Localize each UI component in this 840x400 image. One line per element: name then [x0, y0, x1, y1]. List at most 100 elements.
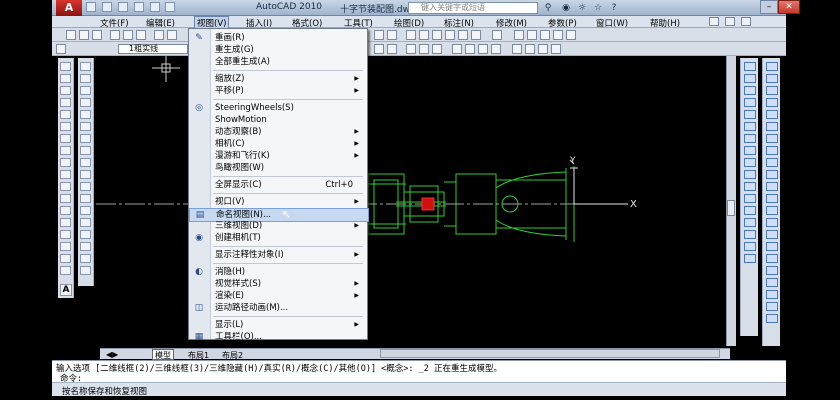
undo-icon[interactable]	[133, 2, 144, 12]
snap-nearest-icon[interactable]	[744, 230, 756, 239]
lineweight-icon[interactable]	[419, 44, 429, 54]
view-menu-item[interactable]: 三维视图(D) ▶	[189, 220, 367, 232]
ucs-world-icon[interactable]	[766, 74, 778, 83]
trim-icon[interactable]	[80, 170, 91, 179]
snap-midpoint-icon[interactable]	[744, 98, 756, 107]
view-menu-item[interactable]: 全部重生成(A)	[189, 56, 367, 68]
command-line[interactable]: 输入选项 [二维线框(2)/三维线框(3)/三维隐藏(H)/真实(R)/概念(C…	[52, 360, 786, 384]
snap-parallel-icon[interactable]	[744, 194, 756, 203]
new-file-icon[interactable]	[86, 2, 96, 12]
snap-node-icon[interactable]	[744, 218, 756, 227]
design-center-icon[interactable]	[419, 30, 429, 40]
break-icon[interactable]	[80, 194, 91, 203]
fillet-icon[interactable]	[80, 230, 91, 239]
subscription-icon[interactable]: ◉	[560, 2, 572, 14]
favorites-star-icon[interactable]: ☆	[592, 2, 604, 14]
conceptual-icon[interactable]	[551, 44, 561, 54]
polygon-icon[interactable]	[60, 98, 71, 107]
ucs-z-icon[interactable]	[766, 194, 778, 203]
horizontal-scrollbar[interactable]	[380, 349, 720, 358]
snap-extension-icon[interactable]	[744, 134, 756, 143]
free-orbit-icon[interactable]	[766, 254, 778, 263]
view-menu-item[interactable]: 漫游和飞行(K) ▶	[189, 150, 367, 162]
view-top-icon[interactable]	[465, 44, 475, 54]
doc-minimize-icon[interactable]	[709, 17, 719, 26]
snap-apparent-icon[interactable]	[744, 122, 756, 131]
communication-icon[interactable]: ☼	[576, 2, 588, 14]
pan-realtime-icon[interactable]	[766, 314, 778, 323]
plot-icon[interactable]	[165, 2, 176, 12]
view-menu-item[interactable]: ◎ SteeringWheels(S)	[189, 102, 367, 114]
window-close-button[interactable]: ✕	[778, 0, 800, 14]
ucs-zaxis-icon[interactable]	[766, 146, 778, 155]
view-menu-item[interactable]: 鸟瞰视图(W)	[189, 162, 367, 174]
view-menu-item[interactable]: 渲染(E) ▶	[189, 290, 367, 302]
scale-icon[interactable]	[80, 146, 91, 155]
align-icon[interactable]	[80, 266, 91, 275]
arc-icon[interactable]	[60, 122, 71, 131]
ucs-icon[interactable]	[766, 62, 778, 71]
circle-icon[interactable]	[60, 134, 71, 143]
point-icon[interactable]	[60, 218, 71, 227]
binoculars-search-icon[interactable]: ⚲	[542, 2, 554, 14]
help-icon[interactable]	[492, 30, 502, 40]
help-search-input[interactable]: 键入关键字或短语	[408, 2, 538, 14]
fly-icon[interactable]	[766, 302, 778, 311]
ucs-previous-icon[interactable]	[766, 86, 778, 95]
view-menu-item[interactable]: 显示(L) ▶	[189, 319, 367, 331]
snap-intersection-icon[interactable]	[744, 110, 756, 119]
line-icon[interactable]	[60, 62, 71, 71]
view-menu-item[interactable]: ▦ 工具栏(O)...	[189, 331, 367, 343]
view-front-icon[interactable]	[452, 44, 462, 54]
ucs-y-icon[interactable]	[766, 182, 778, 191]
ucs-manager-icon[interactable]	[766, 230, 778, 239]
offset-icon[interactable]	[80, 98, 91, 107]
zoom-window-icon[interactable]	[374, 30, 384, 40]
ucs-object-icon[interactable]	[766, 110, 778, 119]
ucs-apply-icon[interactable]	[766, 206, 778, 215]
tool-palettes-icon[interactable]	[432, 30, 442, 40]
make-block-icon[interactable]	[60, 206, 71, 215]
layer-dropdown[interactable]: 1粗实线	[118, 44, 188, 54]
view-left-icon[interactable]	[478, 44, 488, 54]
orbit-icon[interactable]	[766, 242, 778, 251]
view-menu-item[interactable]: ShowMotion	[189, 114, 367, 126]
snap-quadrant-icon[interactable]	[744, 158, 756, 167]
snap-from-icon[interactable]	[744, 74, 756, 83]
view-menu-item[interactable]: 视觉样式(S) ▶	[189, 278, 367, 290]
new-icon[interactable]	[66, 30, 76, 40]
rectangle-icon[interactable]	[60, 110, 71, 119]
preview-icon[interactable]	[123, 30, 133, 40]
open-file-icon[interactable]	[101, 2, 112, 12]
dim-style-icon[interactable]	[566, 30, 576, 40]
view-menu-item[interactable]: 平移(P) ▶	[189, 85, 367, 97]
construction-line-icon[interactable]	[60, 74, 71, 83]
dim-angular-icon[interactable]	[553, 30, 563, 40]
cut-icon[interactable]	[154, 30, 164, 40]
revcloud-icon[interactable]	[60, 146, 71, 155]
snap-perpendicular-icon[interactable]	[744, 182, 756, 191]
named-ucs-icon[interactable]	[766, 218, 778, 227]
ucs-3point-icon[interactable]	[766, 158, 778, 167]
layer-manager-icon[interactable]	[56, 44, 66, 54]
walk-icon[interactable]	[766, 290, 778, 299]
array-icon[interactable]	[80, 110, 91, 119]
window-minimize-button[interactable]: –	[760, 0, 778, 14]
copy-object-icon[interactable]	[80, 74, 91, 83]
view-menu-item[interactable]: 动态观察(B) ▶	[189, 126, 367, 138]
markup-icon[interactable]	[458, 30, 468, 40]
edit-polyline-icon[interactable]	[80, 254, 91, 263]
view-menu-item[interactable]: 重生成(G)	[189, 44, 367, 56]
tab-model[interactable]: 模型	[152, 349, 174, 360]
dim-linear-icon[interactable]	[514, 30, 524, 40]
view-menu-item[interactable]: ◉ 创建相机(T)	[189, 232, 367, 244]
view-menu-item[interactable]: 相机(C) ▶	[189, 138, 367, 150]
chamfer-icon[interactable]	[80, 218, 91, 227]
ucs-origin-icon[interactable]	[766, 134, 778, 143]
copy-icon[interactable]	[167, 30, 177, 40]
view-menu-item[interactable]: 缩放(Z) ▶	[189, 73, 367, 85]
spline-icon[interactable]	[60, 158, 71, 167]
print-icon[interactable]	[110, 30, 120, 40]
snap-insert-icon[interactable]	[744, 206, 756, 215]
visual-style-icon[interactable]	[512, 44, 522, 54]
